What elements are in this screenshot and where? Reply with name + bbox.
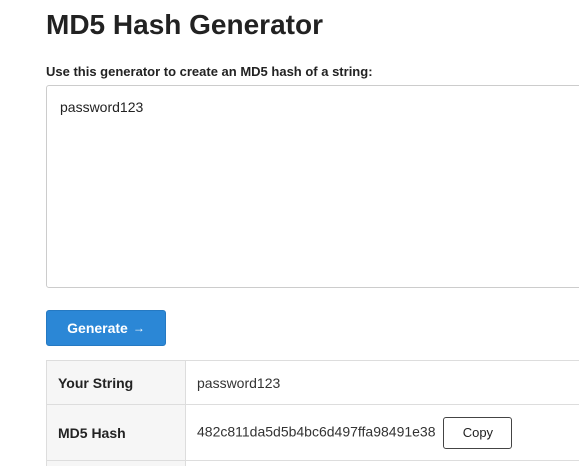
your-string-value: password123 xyxy=(185,360,579,405)
generate-button-label: Generate xyxy=(67,320,128,336)
generate-button[interactable]: Generate → xyxy=(46,310,166,346)
md5-hash-label: MD5 Hash xyxy=(46,404,186,461)
md5-hash-cell: 482c811da5d5b4bc6d497ffa98491e38 Copy xyxy=(185,404,579,461)
result-table: Your String password123 MD5 Hash 482c811… xyxy=(46,360,579,466)
md5-hash-value: 482c811da5d5b4bc6d497ffa98491e38 xyxy=(197,423,436,440)
page: MD5 Hash Generator Use this generator to… xyxy=(0,0,579,466)
page-title: MD5 Hash Generator xyxy=(46,9,323,40)
table-row: Your String password123 xyxy=(46,360,579,405)
table-row xyxy=(46,460,579,466)
your-string-label: Your String xyxy=(46,360,186,405)
arrow-right-icon: → xyxy=(132,321,145,335)
copy-button[interactable]: Copy xyxy=(443,416,513,449)
table-cell xyxy=(185,460,579,466)
table-row: MD5 Hash 482c811da5d5b4bc6d497ffa98491e3… xyxy=(46,404,579,461)
table-cell xyxy=(46,460,186,466)
generator-instructions: Use this generator to create an MD5 hash… xyxy=(46,64,373,79)
string-input[interactable]: password123 xyxy=(46,85,579,288)
